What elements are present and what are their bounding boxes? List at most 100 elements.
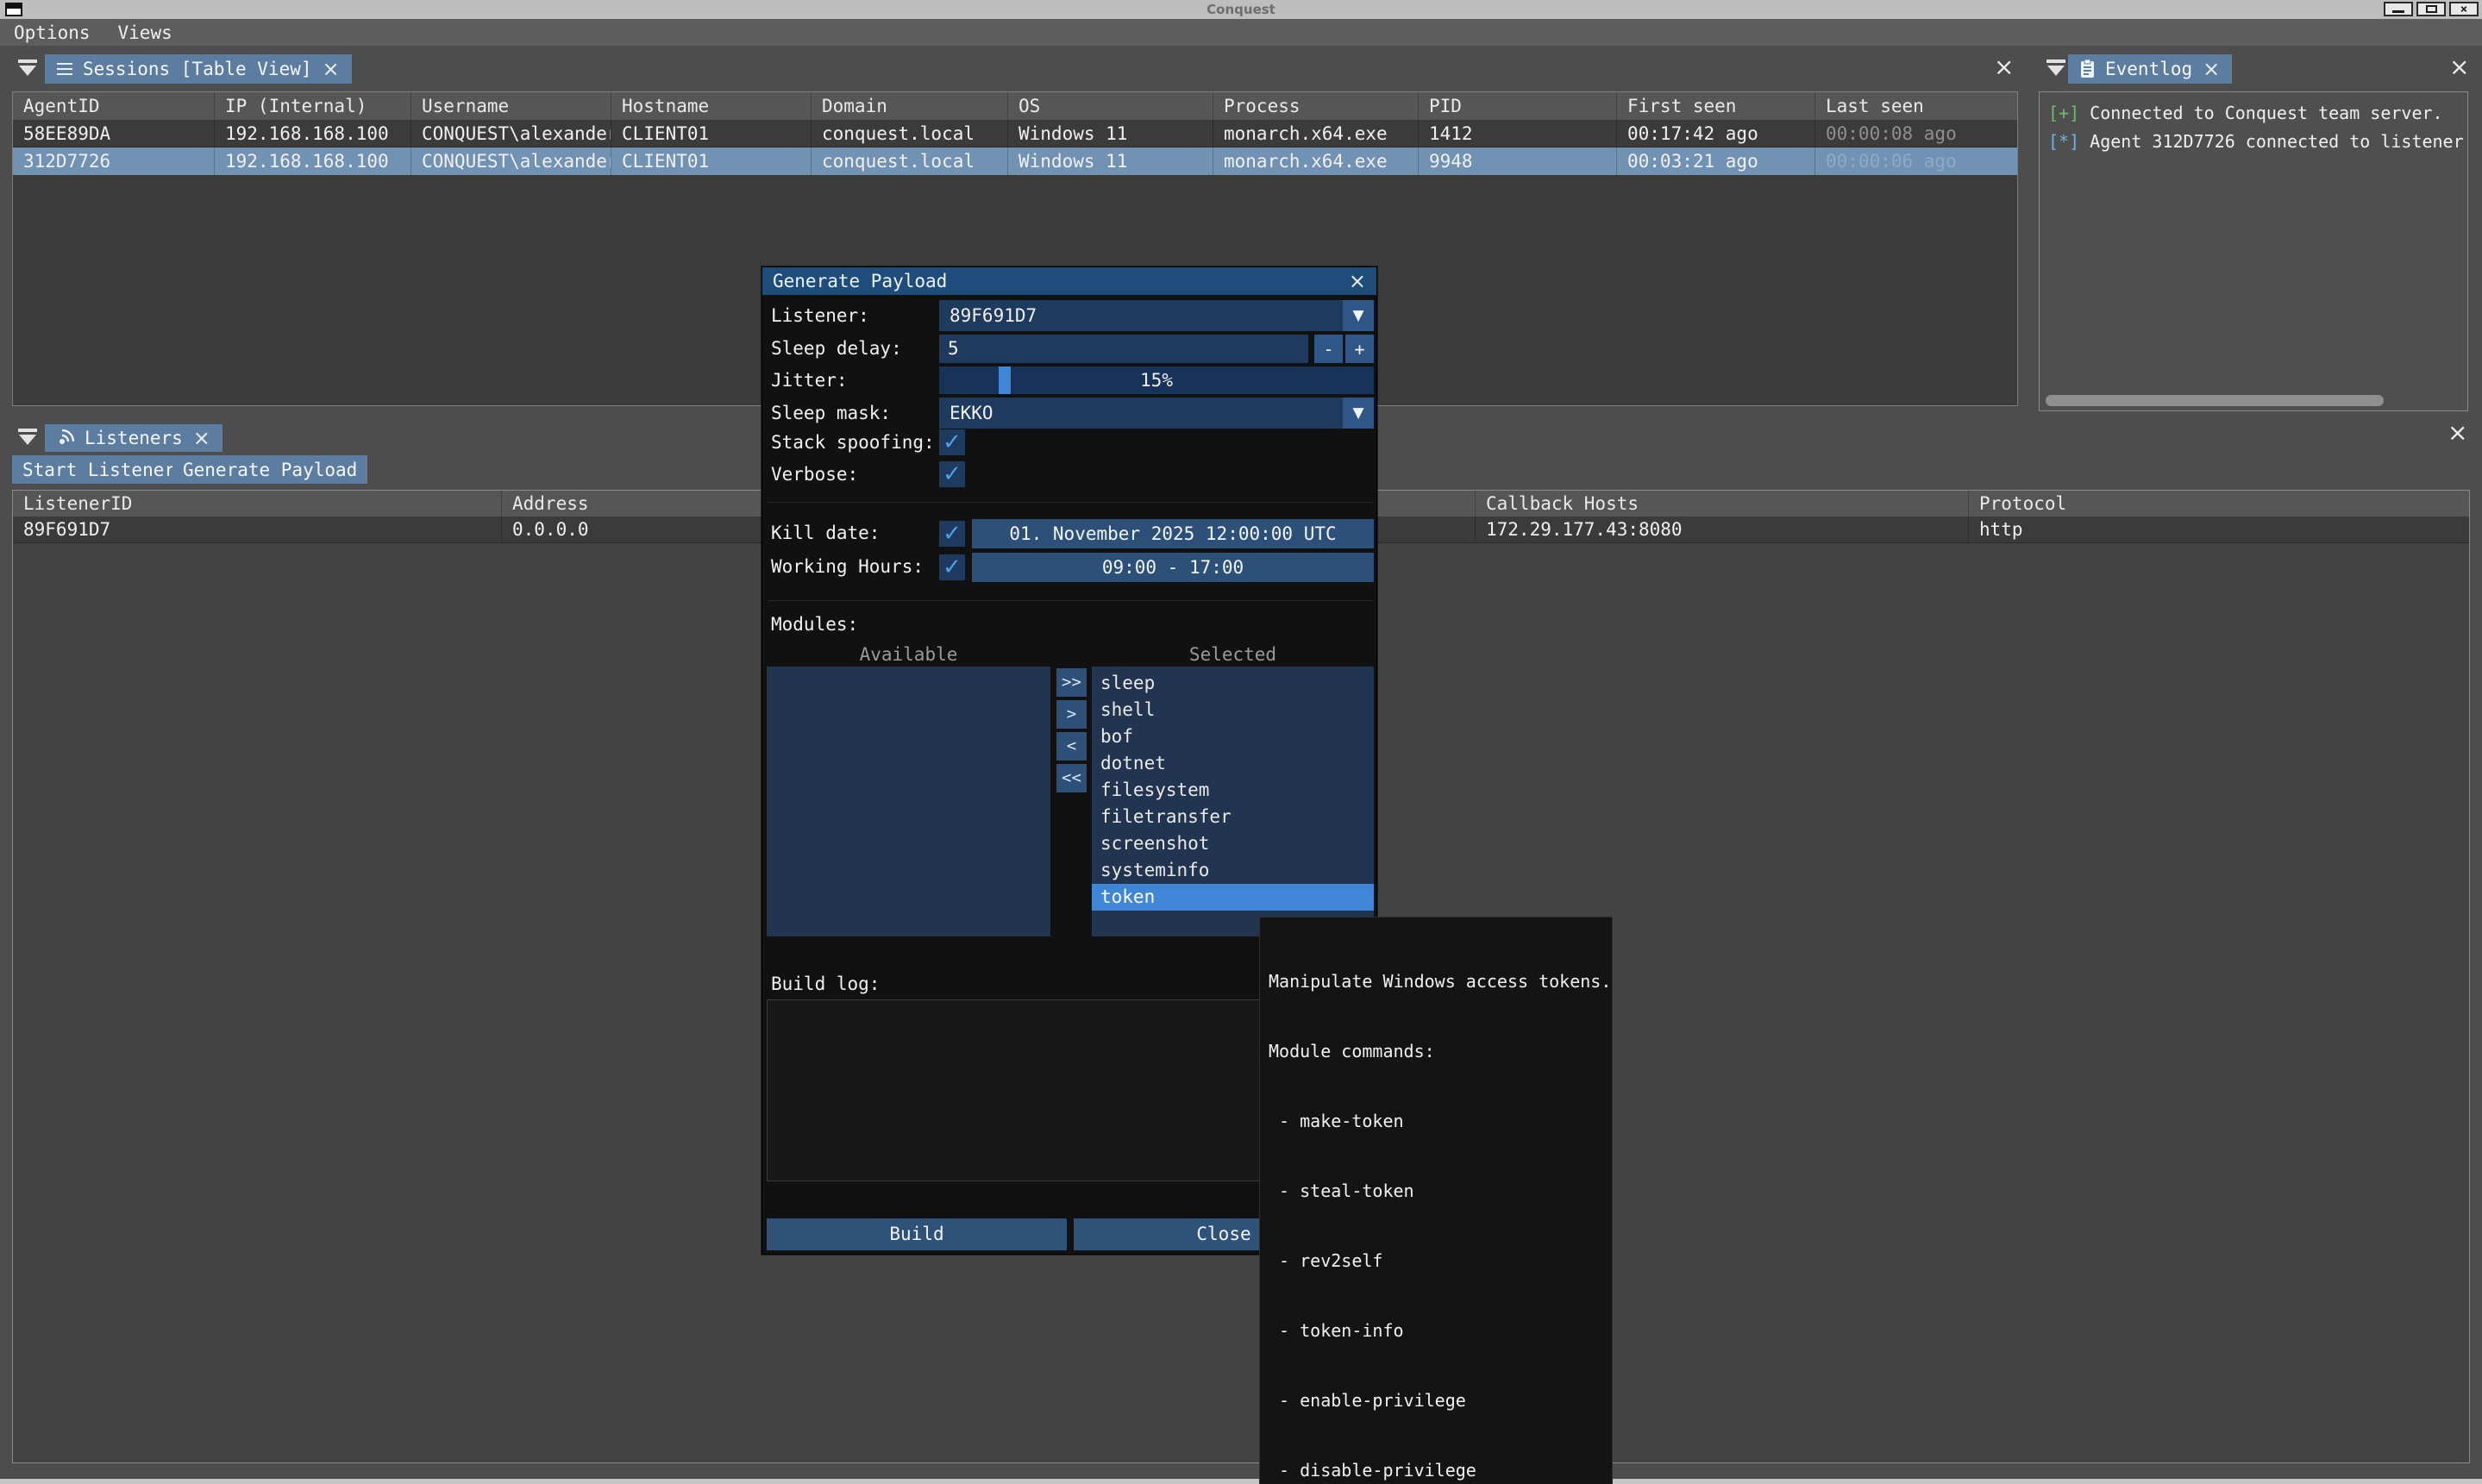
cell-process: monarch.x64.exe: [1213, 120, 1419, 147]
sleep-mask-select[interactable]: EKKO ▼: [939, 398, 1374, 429]
module-item[interactable]: bof: [1092, 723, 1374, 750]
dialog-titlebar: Generate Payload ×: [762, 267, 1376, 295]
tab-listeners-close-icon[interactable]: ×: [193, 429, 210, 447]
jitter-slider[interactable]: 15%: [939, 366, 1374, 394]
build-button[interactable]: Build: [767, 1218, 1067, 1250]
stack-spoofing-label: Stack spoofing:: [771, 432, 935, 453]
sessions-panel-close-icon[interactable]: ×: [1994, 59, 2014, 76]
minimize-button[interactable]: [2384, 2, 2413, 16]
selected-modules-list[interactable]: sleep shell bof dotnet filesystem filetr…: [1092, 667, 1374, 936]
col-os[interactable]: OS: [1008, 92, 1213, 120]
kill-date-checkbox[interactable]: ✓: [939, 521, 965, 547]
module-item[interactable]: dotnet: [1092, 750, 1374, 777]
module-item[interactable]: systeminfo: [1092, 857, 1374, 884]
session-row[interactable]: 58EE89DA 192.168.168.100 CONQUEST\alexan…: [13, 120, 2017, 147]
close-button[interactable]: ×: [2449, 2, 2479, 16]
col-protocol[interactable]: Protocol: [1969, 491, 2469, 517]
col-hostname[interactable]: Hostname: [611, 92, 812, 120]
col-username[interactable]: Username: [411, 92, 611, 120]
divider: [768, 502, 1373, 503]
col-agentid[interactable]: AgentID: [13, 92, 215, 120]
window-menu-icon[interactable]: [5, 3, 22, 16]
col-ip[interactable]: IP (Internal): [215, 92, 411, 120]
working-hours-button[interactable]: 09:00 - 17:00: [972, 553, 1374, 582]
cell-domain: conquest.local: [812, 147, 1008, 175]
move-all-right-button[interactable]: >>: [1056, 668, 1087, 697]
cell-callback-hosts: 172.29.177.43:8080: [1476, 517, 1969, 542]
tooltip-line: Manipulate Windows access tokens.: [1269, 970, 1612, 993]
menu-views[interactable]: Views: [104, 19, 186, 46]
listener-label: Listener:: [771, 305, 869, 326]
eventlog-horizontal-scrollbar[interactable]: [2046, 395, 2384, 406]
maximize-button[interactable]: [2416, 2, 2446, 16]
tab-listeners[interactable]: Listeners ×: [45, 424, 223, 452]
cell-last-seen: 00:00:06 ago: [1815, 147, 2017, 175]
dialog-close-icon[interactable]: ×: [1349, 272, 1366, 290]
module-item[interactable]: filesystem: [1092, 777, 1374, 804]
move-one-right-button[interactable]: >: [1056, 700, 1087, 729]
working-hours-checkbox[interactable]: ✓: [939, 554, 965, 580]
col-listenerid[interactable]: ListenerID: [13, 491, 502, 517]
chevron-down-icon[interactable]: ▼: [1343, 398, 1374, 429]
move-all-left-button[interactable]: <<: [1056, 764, 1087, 792]
available-header: Available: [767, 644, 1050, 665]
cell-pid: 1412: [1419, 120, 1617, 147]
move-one-left-button[interactable]: <: [1056, 732, 1087, 761]
window-bottom-edge: [0, 1479, 2482, 1484]
tab-sessions-close-icon[interactable]: ×: [323, 60, 340, 78]
sleep-delay-increment-button[interactable]: +: [1345, 335, 1374, 363]
module-item[interactable]: filetransfer: [1092, 804, 1374, 830]
cell-domain: conquest.local: [812, 120, 1008, 147]
checkmark-icon: ✓: [943, 555, 962, 579]
col-first-seen[interactable]: First seen: [1617, 92, 1815, 120]
module-item[interactable]: shell: [1092, 697, 1374, 723]
sleep-delay-input[interactable]: 5: [939, 335, 1308, 363]
listener-value: 89F691D7: [950, 300, 1037, 331]
col-domain[interactable]: Domain: [812, 92, 1008, 120]
jitter-label: Jitter:: [771, 370, 848, 391]
col-callback-hosts[interactable]: Callback Hosts: [1476, 491, 1969, 517]
minimize-icon: [2392, 10, 2404, 13]
chevron-down-icon[interactable]: ▼: [1343, 300, 1374, 331]
tooltip-line: - make-token: [1269, 1110, 1612, 1133]
tab-eventlog-close-icon[interactable]: ×: [2203, 60, 2220, 78]
checkmark-icon: ✓: [943, 462, 962, 486]
cell-hostname: CLIENT01: [611, 120, 812, 147]
listeners-dock-handle[interactable]: [17, 428, 38, 445]
sleep-mask-label: Sleep mask:: [771, 403, 891, 423]
col-pid[interactable]: PID: [1419, 92, 1617, 120]
cell-last-seen: 00:00:08 ago: [1815, 120, 2017, 147]
available-modules-list[interactable]: [767, 667, 1050, 936]
cell-ip: 192.168.168.100: [215, 147, 411, 175]
eventlog-dock-handle[interactable]: [2046, 59, 2066, 76]
listener-select[interactable]: 89F691D7 ▼: [939, 300, 1374, 331]
col-last-seen[interactable]: Last seen: [1815, 92, 2017, 120]
cell-listenerid: 89F691D7: [13, 517, 502, 542]
table-view-icon: [57, 63, 72, 75]
kill-date-button[interactable]: 01. November 2025 12:00:00 UTC: [972, 519, 1374, 548]
start-listener-button[interactable]: Start Listener: [12, 455, 185, 484]
eventlog-panel-close-icon[interactable]: ×: [2449, 59, 2469, 76]
tooltip-line: - steal-token: [1269, 1180, 1612, 1203]
col-process[interactable]: Process: [1213, 92, 1419, 120]
menu-options[interactable]: Options: [0, 19, 104, 46]
tooltip-line: Module commands:: [1269, 1040, 1612, 1063]
module-item[interactable]: sleep: [1092, 670, 1374, 697]
generate-payload-button[interactable]: Generate Payload: [172, 455, 367, 484]
sleep-delay-decrement-button[interactable]: -: [1314, 335, 1343, 363]
sleep-delay-stepper: 5 - +: [939, 335, 1374, 363]
tab-eventlog[interactable]: Eventlog ×: [2068, 54, 2232, 84]
stack-spoofing-checkbox[interactable]: ✓: [939, 429, 965, 455]
working-hours-label: Working Hours:: [771, 556, 924, 577]
sessions-dock-handle[interactable]: [17, 59, 38, 76]
session-row-selected[interactable]: 312D7726 192.168.168.100 CONQUEST\alexan…: [13, 147, 2017, 175]
dialog-title: Generate Payload: [773, 271, 947, 291]
tab-sessions[interactable]: Sessions [Table View] ×: [45, 54, 352, 84]
verbose-checkbox[interactable]: ✓: [939, 461, 965, 487]
module-item[interactable]: screenshot: [1092, 830, 1374, 857]
listeners-panel-close-icon[interactable]: ×: [2448, 424, 2467, 441]
close-icon: ×: [2460, 5, 2467, 14]
module-item-selected[interactable]: token: [1092, 884, 1374, 911]
tooltip-line: - disable-privilege: [1269, 1459, 1612, 1482]
tab-sessions-label: Sessions [Table View]: [83, 59, 312, 79]
